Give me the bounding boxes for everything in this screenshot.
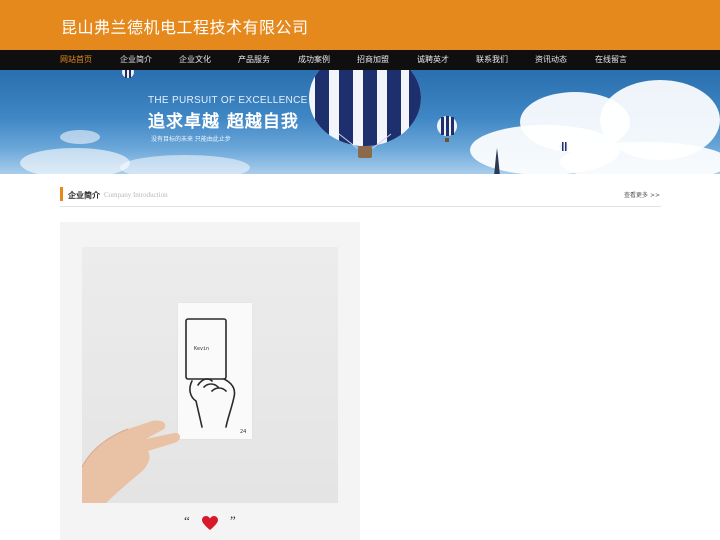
intro-photo[interactable]: Kevin 24 bbox=[82, 247, 338, 503]
card-number: 24 bbox=[240, 429, 247, 435]
nav-item-products[interactable]: 产品服务 bbox=[238, 50, 270, 70]
cloud-shape bbox=[60, 130, 100, 144]
nav-item-culture[interactable]: 企业文化 bbox=[179, 50, 211, 70]
section-title: 企业简介 bbox=[68, 191, 100, 200]
intro-image-frame: Kevin 24 “ ” bbox=[60, 222, 360, 540]
heart-icon bbox=[202, 516, 218, 530]
nav-item-contact[interactable]: 联系我们 bbox=[476, 50, 508, 70]
site-title[interactable]: 昆山弗兰德机电工程技术有限公司 bbox=[61, 14, 309, 38]
tower-icon bbox=[494, 148, 500, 174]
section-accent-bar bbox=[60, 187, 63, 201]
cloud-shape bbox=[120, 155, 250, 174]
small-balloon-icon bbox=[559, 142, 569, 152]
nav-item-franchise[interactable]: 招商加盟 bbox=[357, 50, 389, 70]
nav-item-cases[interactable]: 成功案例 bbox=[298, 50, 330, 70]
banner-subtitle: 没有目标的未来 只能由此止步 bbox=[151, 136, 231, 143]
quote-open: “ bbox=[184, 513, 190, 528]
main-nav: 网站首页 企业简介 企业文化 产品服务 成功案例 招商加盟 诚聘英才 联系我们 … bbox=[0, 50, 720, 70]
view-more-link[interactable]: 查看更多 >> bbox=[624, 190, 660, 199]
card-text: Kevin bbox=[194, 346, 210, 352]
banner-slogan: 追求卓越 超越自我 bbox=[148, 112, 299, 132]
about-section-header: 企业简介 Company Introduction 查看更多 >> bbox=[60, 187, 661, 207]
hot-air-balloon-icon bbox=[309, 70, 421, 158]
cloud-shape bbox=[20, 148, 130, 174]
site-header: 昆山弗兰德机电工程技术有限公司 bbox=[0, 0, 720, 50]
nav-item-home[interactable]: 网站首页 bbox=[60, 50, 92, 70]
nav-item-careers[interactable]: 诚聘英才 bbox=[417, 50, 449, 70]
nav-item-about[interactable]: 企业简介 bbox=[120, 50, 152, 70]
small-balloon-icon bbox=[122, 70, 134, 78]
nav-item-news[interactable]: 资讯动态 bbox=[535, 50, 567, 70]
banner-english-slogan: THE PURSUIT OF EXCELLENCE bbox=[148, 95, 308, 106]
nav-item-message[interactable]: 在线留言 bbox=[595, 50, 627, 70]
hero-banner[interactable]: THE PURSUIT OF EXCELLENCE 追求卓越 超越自我 没有目标… bbox=[0, 70, 720, 174]
section-subtitle: Company Introduction bbox=[104, 191, 168, 199]
hand-icon bbox=[82, 420, 180, 503]
quote-close: ” bbox=[230, 513, 236, 528]
small-balloon-icon bbox=[437, 116, 457, 142]
